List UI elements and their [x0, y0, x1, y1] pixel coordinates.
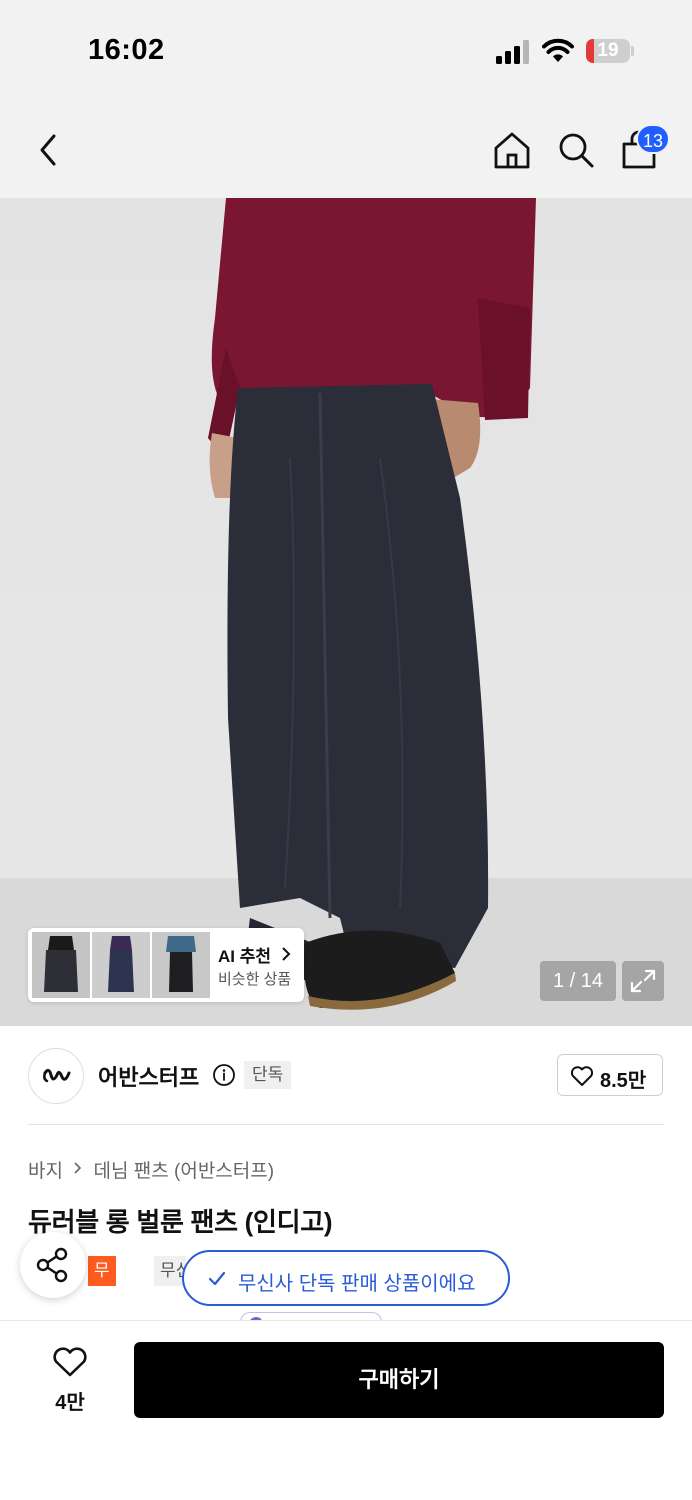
- ai-thumbnail[interactable]: [152, 932, 210, 998]
- product-photo: [0, 198, 692, 1026]
- heart-icon: [570, 1066, 594, 1086]
- brand-logo[interactable]: [28, 1048, 84, 1104]
- back-icon[interactable]: [34, 130, 66, 170]
- brand-name[interactable]: 어반스터프: [98, 1060, 199, 1092]
- wifi-icon: [542, 38, 574, 62]
- info-icon[interactable]: [212, 1063, 236, 1087]
- brand-like-count: 8.5만: [600, 1070, 647, 1092]
- brand-logo-mark: [43, 1068, 71, 1083]
- exclusive-tag: 단독: [244, 1061, 292, 1089]
- toast-message: 무신사 단독 판매 상품이에요: [238, 1273, 476, 1295]
- ai-card-subtitle: 비슷한 상품: [218, 971, 292, 988]
- share-icon: [36, 1247, 68, 1283]
- expand-icon: [630, 969, 656, 993]
- battery-level: 19: [597, 40, 619, 61]
- battery-icon: 19: [586, 39, 630, 63]
- product-image-gallery[interactable]: [0, 198, 692, 1026]
- top-nav-bar: [0, 100, 692, 198]
- breadcrumb-category[interactable]: 바지: [28, 1156, 63, 1183]
- breadcrumb-subcategory[interactable]: 데님 팬츠 (어반스터프): [94, 1156, 275, 1183]
- breadcrumb: 바지 데님 팬츠 (어반스터프): [28, 1156, 274, 1183]
- ai-thumbnail[interactable]: [92, 932, 150, 998]
- cart-count-badge[interactable]: 13: [636, 124, 670, 154]
- expand-image-button[interactable]: [622, 961, 664, 1001]
- share-button[interactable]: [20, 1232, 86, 1298]
- divider: [28, 1124, 664, 1125]
- cellular-signal-icon: [496, 40, 529, 64]
- promo-badge: 무진장: [88, 1256, 116, 1340]
- image-counter: 1 / 14: [540, 961, 616, 1001]
- exclusive-sale-toast: 무신사 단독 판매 상품이에요: [182, 1250, 510, 1306]
- home-icon[interactable]: [492, 130, 532, 170]
- promo-badge: 무신: [154, 1256, 186, 1286]
- wish-count: 4만: [55, 1392, 85, 1414]
- status-bar: 16:02 19: [0, 0, 692, 100]
- ai-card-title: AI 추천: [218, 947, 272, 966]
- status-time: 16:02: [88, 34, 165, 66]
- heart-icon[interactable]: [52, 1346, 88, 1378]
- buy-button[interactable]: 구매하기: [134, 1342, 664, 1418]
- chevron-right-icon: [282, 947, 291, 961]
- ai-thumbnail[interactable]: [32, 932, 90, 998]
- chevron-right-icon: [68, 1159, 88, 1181]
- search-icon[interactable]: [556, 130, 596, 170]
- battery-cap: [631, 46, 634, 56]
- ai-recommendation-card[interactable]: AI 추천 비슷한 상품: [28, 928, 304, 1002]
- brand-like-button[interactable]: 8.5만: [557, 1054, 663, 1096]
- check-icon: [208, 1271, 226, 1286]
